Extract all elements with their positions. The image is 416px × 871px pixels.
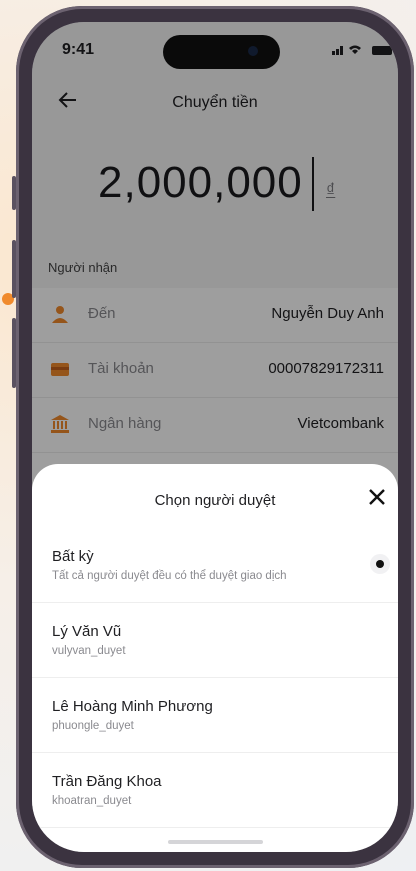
screen: 9:41 Chuyển tiền 2,000,000 ₫ Người nhận [32, 22, 398, 852]
radio-dot-icon [376, 560, 384, 568]
option-name: Lý Văn Vũ [52, 623, 122, 640]
approver-option[interactable]: Lý Văn Vũ vulyvan_duyet [32, 603, 398, 678]
approver-option[interactable]: Lê Hoàng Minh Phương phuongle_duyet [32, 678, 398, 753]
close-icon[interactable] [368, 486, 386, 512]
home-indicator [168, 840, 263, 844]
option-subtitle: Tất cả người duyệt đều có thể duyệt giao… [52, 570, 287, 582]
approver-bottom-sheet: Chọn người duyệt Bất kỳ Tất cả người duy… [32, 464, 398, 852]
sheet-title: Chọn người duyệt [154, 492, 276, 509]
option-name: Lê Hoàng Minh Phương [52, 698, 213, 715]
approver-option-any[interactable]: Bất kỳ Tất cả người duyệt đều có thể duy… [32, 528, 398, 603]
option-name: Trần Đăng Khoa [52, 773, 162, 790]
option-subtitle: phuongle_duyet [52, 720, 134, 732]
option-subtitle: khoatran_duyet [52, 795, 132, 807]
radio-selected[interactable] [370, 554, 390, 574]
phone-frame: 9:41 Chuyển tiền 2,000,000 ₫ Người nhận [16, 6, 414, 868]
option-subtitle: vulyvan_duyet [52, 645, 126, 657]
option-name: Bất kỳ [52, 548, 94, 565]
approver-option[interactable]: Trần Đăng Khoa khoatran_duyet [32, 753, 398, 828]
